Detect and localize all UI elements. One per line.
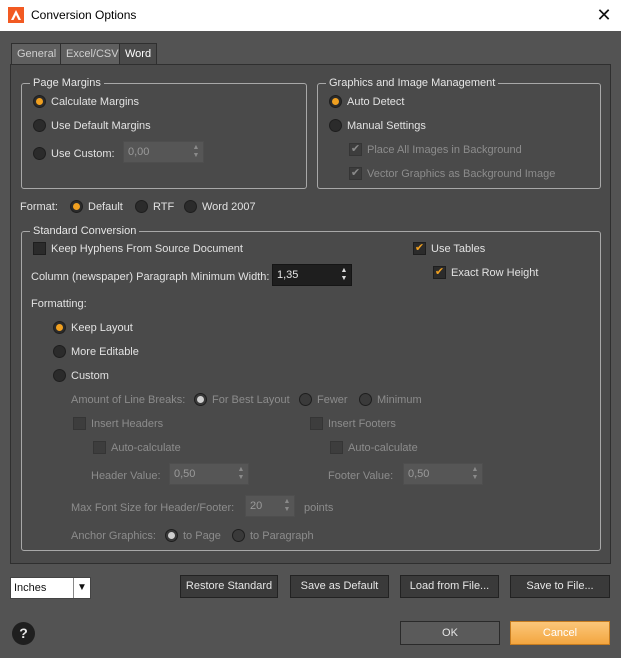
column-width-value: 1,35	[277, 269, 299, 281]
manual-settings-radio[interactable]	[329, 119, 342, 132]
page-margins-group: Page Margins Calculate Margins Use Defau…	[21, 76, 307, 189]
more-editable-label: More Editable	[71, 346, 139, 358]
custom-radio[interactable]	[53, 369, 66, 382]
format-label: Format:	[20, 201, 58, 213]
graphics-legend: Graphics and Image Management	[326, 76, 499, 90]
max-font-stepper[interactable]: 20 ▲ ▼	[245, 495, 295, 517]
format-rtf-radio[interactable]	[135, 200, 148, 213]
page-margins-legend: Page Margins	[30, 76, 104, 90]
custom-margin-value: 0,00	[128, 146, 150, 158]
use-tables-label: Use Tables	[431, 243, 486, 255]
stepper-arrows-icon[interactable]: ▲ ▼	[192, 144, 200, 160]
column-width-stepper[interactable]: 1,35 ▲ ▼	[272, 264, 352, 286]
calculate-margins-radio[interactable]	[33, 95, 46, 108]
header-value-stepper[interactable]: 0,50 ▲ ▼	[169, 463, 249, 485]
vector-graphics-checkbox[interactable]: ✔	[349, 167, 362, 180]
tab-excel-csv[interactable]: Excel/CSV	[60, 43, 125, 64]
footer-auto-calc-checkbox[interactable]	[330, 441, 343, 454]
to-page-label: to Page	[183, 530, 221, 542]
units-value: Inches	[14, 582, 47, 594]
best-layout-label: For Best Layout	[212, 394, 290, 406]
restore-standard-button[interactable]: Restore Standard	[180, 575, 278, 598]
max-font-value: 20	[250, 500, 263, 512]
line-breaks-label: Amount of Line Breaks:	[71, 394, 186, 406]
insert-footers-checkbox[interactable]	[310, 417, 323, 430]
use-tables-checkbox[interactable]: ✔	[413, 242, 426, 255]
exact-row-height-checkbox[interactable]: ✔	[433, 266, 446, 279]
fewer-radio[interactable]	[299, 393, 312, 406]
column-width-label: Column (newspaper) Paragraph Minimum Wid…	[31, 271, 270, 283]
load-from-file-button[interactable]: Load from File...	[400, 575, 499, 598]
max-font-label: Max Font Size for Header/Footer:	[71, 502, 235, 514]
use-custom-radio[interactable]	[33, 147, 46, 160]
graphics-image-group: Graphics and Image Management Auto Detec…	[317, 76, 601, 189]
minimum-radio[interactable]	[359, 393, 372, 406]
to-paragraph-radio[interactable]	[232, 529, 245, 542]
standard-conversion-legend: Standard Conversion	[30, 224, 140, 238]
use-default-margins-radio[interactable]	[33, 119, 46, 132]
stepper-arrows-icon[interactable]: ▲ ▼	[237, 466, 245, 482]
auto-detect-radio[interactable]	[329, 95, 342, 108]
format-word2007-label: Word 2007	[202, 201, 256, 213]
footer-auto-calc-label: Auto-calculate	[348, 442, 418, 454]
fewer-label: Fewer	[317, 394, 348, 406]
calculate-margins-label: Calculate Margins	[51, 96, 140, 108]
format-word2007-radio[interactable]	[184, 200, 197, 213]
formatting-label: Formatting:	[31, 298, 87, 310]
close-icon[interactable]: ✕	[592, 3, 616, 27]
save-to-file-button[interactable]: Save to File...	[510, 575, 610, 598]
use-default-margins-label: Use Default Margins	[51, 120, 151, 132]
vector-graphics-label: Vector Graphics as Background Image	[367, 168, 556, 180]
place-images-checkbox[interactable]: ✔	[349, 143, 362, 156]
keep-layout-radio[interactable]	[53, 321, 66, 334]
keep-hyphens-label: Keep Hyphens From Source Document	[51, 243, 243, 255]
insert-footers-label: Insert Footers	[328, 418, 396, 430]
cancel-button[interactable]: Cancel	[510, 621, 610, 645]
header-auto-calc-label: Auto-calculate	[111, 442, 181, 454]
points-label: points	[304, 502, 334, 514]
custom-margin-stepper[interactable]: 0,00 ▲ ▼	[123, 141, 204, 163]
auto-detect-label: Auto Detect	[347, 96, 405, 108]
save-as-default-button[interactable]: Save as Default	[290, 575, 389, 598]
tab-word[interactable]: Word	[119, 43, 158, 65]
anchor-graphics-label: Anchor Graphics:	[71, 530, 156, 542]
to-page-radio[interactable]	[165, 529, 178, 542]
format-default-radio[interactable]	[70, 200, 83, 213]
window-title: Conversion Options	[31, 8, 137, 22]
title-bar: Conversion Options ✕	[0, 0, 621, 31]
use-custom-label: Use Custom:	[51, 148, 115, 160]
chevron-down-icon[interactable]: ▼	[73, 578, 90, 598]
custom-label: Custom	[71, 370, 109, 382]
standard-conversion-group: Standard Conversion Keep Hyphens From So…	[21, 224, 601, 551]
stepper-arrows-icon[interactable]: ▲ ▼	[283, 498, 291, 514]
adobe-logo-icon	[8, 7, 24, 23]
keep-layout-label: Keep Layout	[71, 322, 133, 334]
insert-headers-label: Insert Headers	[91, 418, 164, 430]
stepper-arrows-icon[interactable]: ▲ ▼	[340, 267, 348, 283]
manual-settings-label: Manual Settings	[347, 120, 426, 132]
keep-hyphens-checkbox[interactable]	[33, 242, 46, 255]
units-dropdown[interactable]: Inches ▼	[10, 577, 91, 599]
help-icon[interactable]: ?	[12, 622, 35, 645]
place-images-label: Place All Images in Background	[367, 144, 522, 156]
to-paragraph-label: to Paragraph	[250, 530, 314, 542]
header-value-label: Header Value:	[91, 470, 161, 482]
minimum-label: Minimum	[377, 394, 422, 406]
format-default-label: Default	[88, 201, 123, 213]
header-value: 0,50	[174, 468, 196, 480]
best-layout-radio[interactable]	[194, 393, 207, 406]
footer-value: 0,50	[408, 468, 430, 480]
header-auto-calc-checkbox[interactable]	[93, 441, 106, 454]
footer-value-label: Footer Value:	[328, 470, 394, 482]
insert-headers-checkbox[interactable]	[73, 417, 86, 430]
tab-panel-word: Page Margins Calculate Margins Use Defau…	[10, 64, 611, 564]
format-rtf-label: RTF	[153, 201, 175, 213]
tab-general[interactable]: General	[11, 43, 63, 64]
footer-value-stepper[interactable]: 0,50 ▲ ▼	[403, 463, 483, 485]
exact-row-height-label: Exact Row Height	[451, 267, 539, 279]
stepper-arrows-icon[interactable]: ▲ ▼	[471, 466, 479, 482]
ok-button[interactable]: OK	[400, 621, 500, 645]
more-editable-radio[interactable]	[53, 345, 66, 358]
